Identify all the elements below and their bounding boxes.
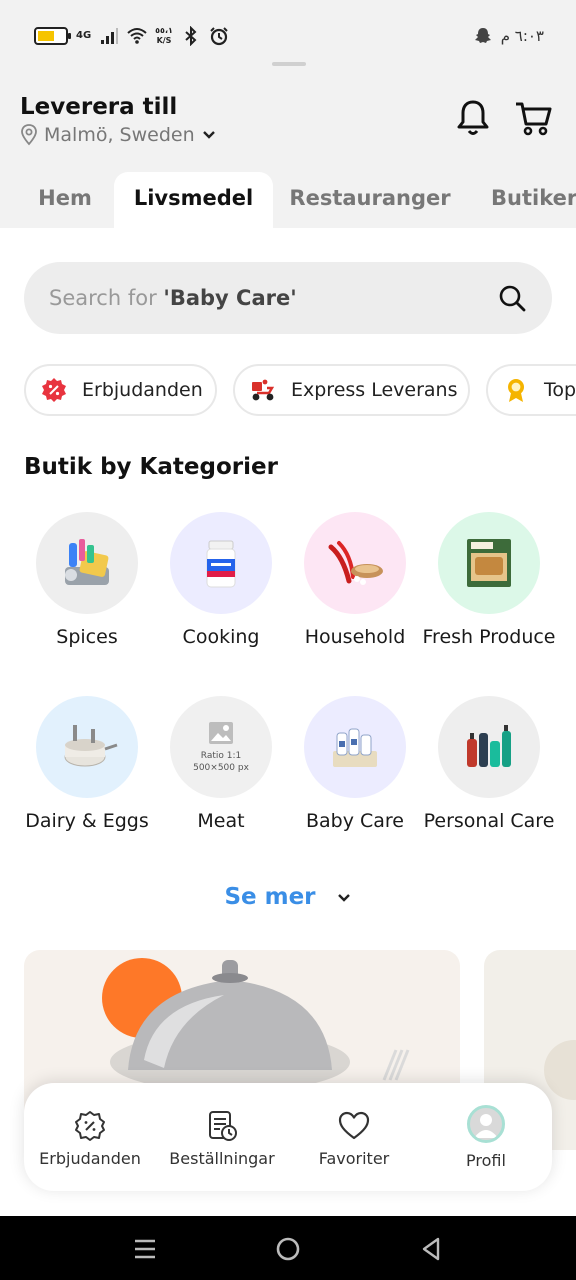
tab-butiker[interactable]: Butiker: [484, 172, 576, 228]
chevron-down-icon: [202, 131, 215, 139]
nav-label: Profil: [466, 1151, 506, 1170]
status-icons-right: ٦:٠٣ م: [473, 26, 544, 46]
tab-hem[interactable]: Hem: [20, 172, 110, 228]
category-label: Meat: [197, 810, 245, 832]
category-label: Household: [304, 626, 406, 648]
nav-label: Favoriter: [318, 1149, 390, 1168]
category-label: Spices: [56, 626, 118, 648]
wifi-icon: [127, 28, 147, 44]
award-ribbon-icon: [508, 379, 524, 402]
pill-bottle-image: [170, 512, 272, 614]
quick-filter-chips: Erbjudanden Express Leverans Top: [24, 364, 576, 418]
network-speed: ٥٥،١ K/S: [155, 26, 173, 45]
category-label: Personal Care: [423, 810, 555, 832]
category-label: Baby Care: [305, 810, 404, 832]
baby-care-products-image: [304, 696, 406, 798]
signal-icon: [101, 28, 119, 44]
placeholder-size: 500×500 px: [193, 763, 249, 773]
category-label: Dairy & Eggs: [25, 810, 149, 832]
image-placeholder-image: Ratio 1:1 500×500 px: [170, 696, 272, 798]
cookware-set-image: [36, 696, 138, 798]
nav-bestallningar[interactable]: Beställningar: [162, 1109, 282, 1168]
location-pin-icon: [21, 124, 37, 146]
chip-express-leverans[interactable]: Express Leverans: [233, 364, 470, 416]
category-label: Cooking: [182, 626, 260, 648]
see-more-label: Se mer: [224, 884, 316, 910]
category-meat[interactable]: Ratio 1:1 500×500 px Meat: [154, 696, 288, 835]
chip-label: Top: [544, 379, 576, 401]
bell-icon[interactable]: [455, 98, 491, 138]
section-title: Butik by Kategorier: [24, 454, 278, 480]
cart-icon[interactable]: [514, 98, 554, 138]
frozen-food-box-image: [438, 512, 540, 614]
heart-icon: [338, 1111, 370, 1140]
chip-top[interactable]: Top: [486, 364, 576, 416]
category-personal-care[interactable]: Personal Care: [422, 696, 556, 835]
system-navigation-bar: [0, 1216, 576, 1280]
network-type: 4G: [76, 30, 92, 41]
category-baby-care[interactable]: Baby Care: [288, 696, 422, 835]
chip-label: Express Leverans: [291, 379, 458, 401]
location-text: Malmö, Sweden: [44, 124, 195, 146]
offer-badge-icon: [42, 378, 66, 402]
chili-spices-image: [304, 512, 406, 614]
nav-label: Beställningar: [169, 1149, 275, 1168]
category-dairy-eggs[interactable]: Dairy & Eggs: [20, 696, 154, 835]
category-label: Fresh Produce: [422, 626, 556, 648]
orders-clock-icon: [209, 1111, 237, 1141]
profile-avatar-icon: [467, 1105, 505, 1143]
category-fresh-produce[interactable]: Fresh Produce: [422, 512, 556, 651]
nav-favoriter[interactable]: Favoriter: [302, 1109, 406, 1168]
search-icon[interactable]: [498, 284, 526, 312]
chip-erbjudanden[interactable]: Erbjudanden: [24, 364, 217, 416]
placeholder-ratio: Ratio 1:1: [200, 751, 242, 761]
deliver-to-title: Leverera till: [20, 94, 178, 120]
category-spices[interactable]: Spices: [20, 512, 154, 651]
snapchat-icon: [474, 28, 491, 43]
category-household[interactable]: Household: [288, 512, 422, 651]
see-more-button[interactable]: Se mer: [0, 884, 576, 910]
search-placeholder: Search for 'Baby Care': [49, 286, 297, 310]
delivery-scooter-icon: [252, 379, 275, 401]
home-circle-icon[interactable]: [275, 1236, 301, 1262]
tab-livsmedel[interactable]: Livsmedel: [114, 172, 273, 228]
alarm-icon: [210, 27, 228, 46]
nav-profil[interactable]: Profil: [434, 1105, 538, 1170]
clock: ٦:٠٣ م: [500, 27, 544, 45]
chevron-down-icon: [337, 893, 350, 902]
bluetooth-icon: [185, 26, 197, 46]
location-selector[interactable]: Malmö, Sweden: [20, 124, 217, 146]
personal-care-bottles-image: [438, 696, 540, 798]
status-icons-left: 4G ٥٥،١ K/S: [34, 26, 229, 46]
back-triangle-icon[interactable]: [418, 1236, 444, 1262]
chip-label: Erbjudanden: [82, 379, 203, 401]
status-bar: 4G ٥٥،١ K/S ٦:٠٣ م: [0, 0, 576, 76]
pull-indicator: [272, 62, 306, 66]
search-input[interactable]: Search for 'Baby Care': [24, 262, 552, 334]
battery-icon: [34, 27, 71, 45]
discount-badge-icon: [75, 1111, 105, 1141]
header: Leverera till Malmö, Sweden Hem Livsmede…: [0, 76, 576, 228]
tab-restauranger[interactable]: Restauranger: [286, 172, 454, 228]
nav-label: Erbjudanden: [39, 1149, 141, 1168]
menu-icon[interactable]: [132, 1236, 158, 1262]
bottom-navigation: Erbjudanden Beställningar Favoriter Prof…: [24, 1083, 552, 1191]
cleaning-supplies-image: [36, 512, 138, 614]
nav-erbjudanden[interactable]: Erbjudanden: [36, 1109, 144, 1168]
category-tabs: Hem Livsmedel Restauranger Butiker: [0, 172, 576, 228]
category-cooking[interactable]: Cooking: [154, 512, 288, 651]
